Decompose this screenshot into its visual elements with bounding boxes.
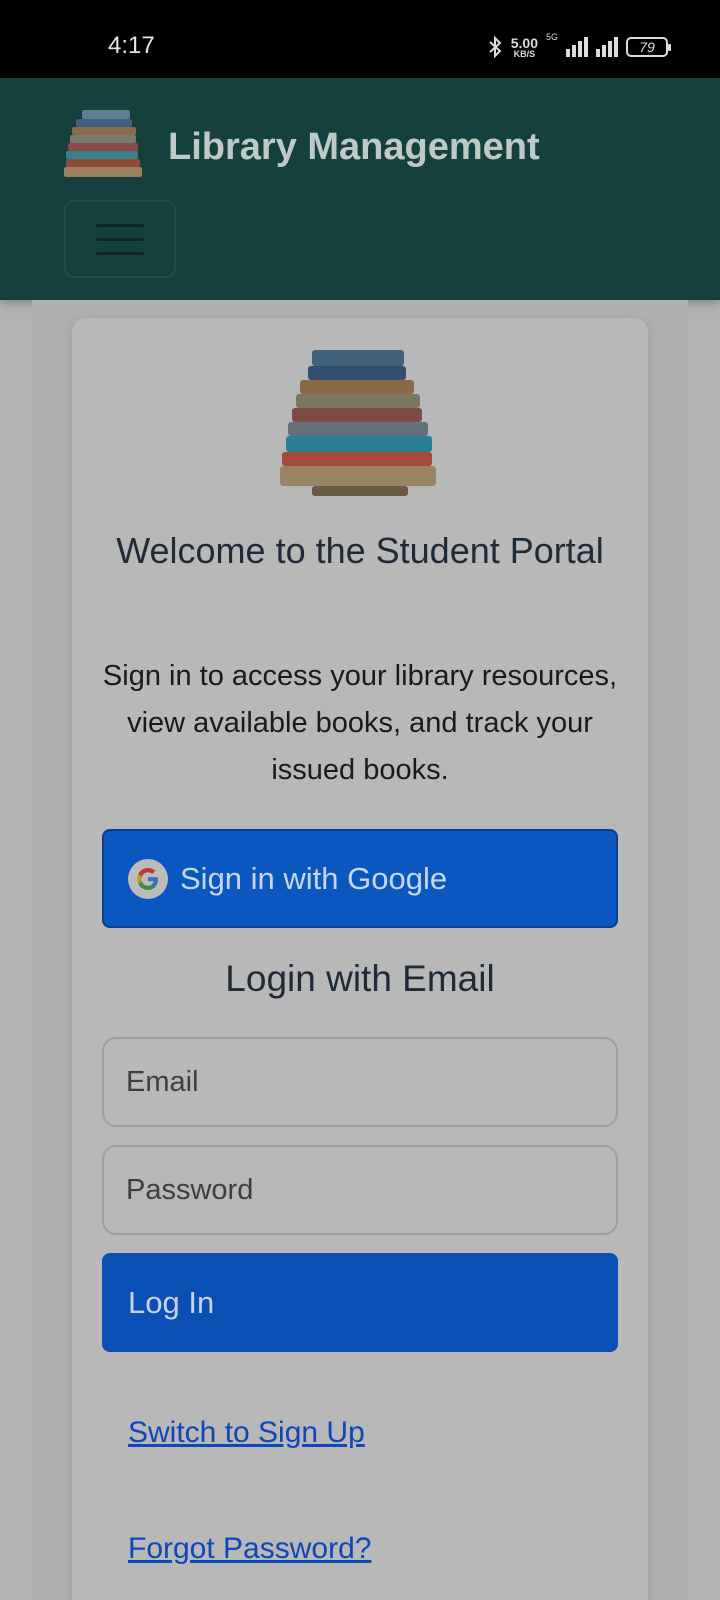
google-sign-in-label: Sign in with Google xyxy=(180,860,448,896)
bluetooth-icon xyxy=(489,35,502,59)
app-title: Library Management xyxy=(168,126,540,168)
network-type: 5G xyxy=(545,32,558,42)
signal-icon-2 xyxy=(596,37,618,57)
intro-text: Sign in to access your library resources… xyxy=(102,660,618,786)
google-sign-in-button[interactable]: Sign in with Google xyxy=(102,829,618,928)
switch-to-sign-up-link[interactable]: Switch to Sign Up xyxy=(128,1416,365,1450)
network-speed-unit: KB/S xyxy=(513,48,536,59)
status-time: 4:17 xyxy=(108,32,155,59)
battery-level: 79 xyxy=(639,39,655,55)
network-speed: 5.00 KB/S xyxy=(511,36,538,59)
signal-icon xyxy=(566,37,588,57)
battery-icon: 79 xyxy=(626,37,671,57)
network-speed-value: 5.00 xyxy=(510,34,538,51)
status-icons: 5.00 KB/S 5G 79 xyxy=(487,32,671,60)
hamburger-menu-button[interactable] xyxy=(64,200,176,278)
log-in-button[interactable]: Log In xyxy=(102,1253,618,1352)
email-field[interactable] xyxy=(102,1037,618,1127)
books-stack-icon xyxy=(64,110,142,177)
forgot-password-link[interactable]: Forgot Password? xyxy=(128,1532,371,1566)
books-stack-icon xyxy=(280,350,436,496)
email-login-heading: Login with Email xyxy=(225,958,495,999)
password-field[interactable] xyxy=(102,1145,618,1235)
hamburger-menu-icon-line xyxy=(96,237,144,241)
status-bar: 4:17 5.00 KB/S 5G 79 xyxy=(0,0,720,78)
google-logo-icon xyxy=(128,858,168,899)
hamburger-menu-icon-line xyxy=(96,223,144,227)
app-header: Library Management xyxy=(0,78,720,300)
welcome-title: Welcome to the Student Portal xyxy=(116,530,604,571)
hamburger-menu-icon-line xyxy=(96,251,144,255)
